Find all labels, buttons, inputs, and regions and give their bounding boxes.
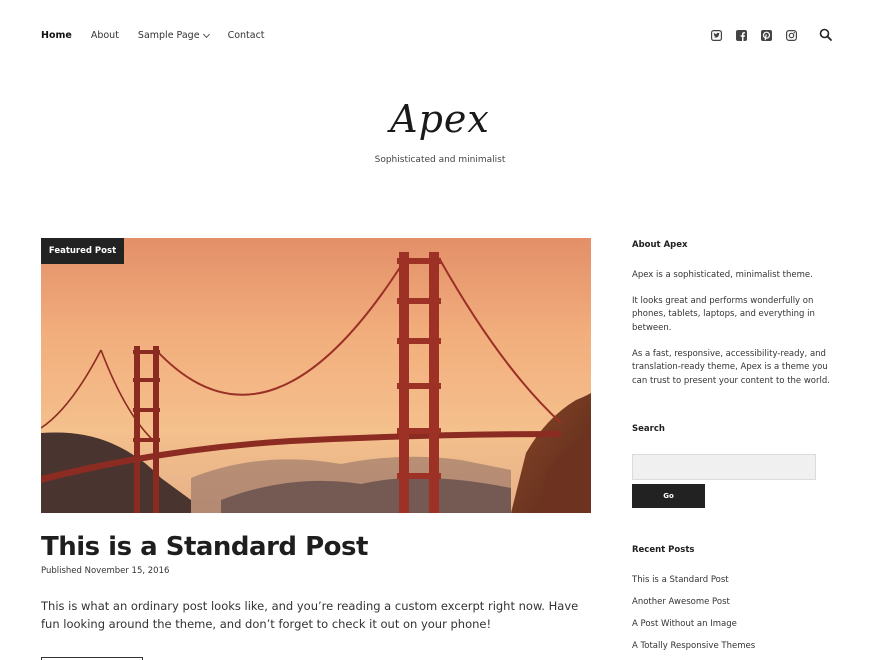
about-paragraph-1: Apex is a sophisticated, minimalist them…: [632, 270, 813, 280]
nav-contact[interactable]: Contact: [228, 30, 265, 41]
search-input[interactable]: [632, 454, 816, 480]
widget-title-search: Search: [632, 424, 665, 434]
search-go-button[interactable]: Go: [632, 484, 705, 508]
post-meta: Published November 15, 2016: [41, 566, 170, 576]
recent-post-link[interactable]: A Post Without an Image: [632, 619, 737, 629]
chevron-down-icon: [202, 30, 210, 38]
nav-about[interactable]: About: [91, 30, 119, 41]
widget-title-recent-posts: Recent Posts: [632, 545, 695, 555]
nav-contact-label: Contact: [227, 30, 265, 41]
instagram-icon[interactable]: [785, 29, 797, 41]
post-excerpt: This is what an ordinary post looks like…: [41, 599, 579, 631]
recent-post-link[interactable]: This is a Standard Post: [632, 575, 729, 585]
facebook-icon[interactable]: [735, 29, 747, 41]
post-title[interactable]: This is a Standard Post: [41, 532, 368, 562]
search-icon[interactable]: [819, 27, 833, 41]
nav-home-label: Home: [41, 30, 72, 41]
nav-about-label: About: [90, 30, 119, 41]
featured-image[interactable]: [41, 238, 591, 513]
twitter-icon[interactable]: [710, 29, 722, 41]
social-links: [710, 29, 810, 41]
site-tagline: Sophisticated and minimalist: [374, 155, 506, 165]
about-paragraph-3: As a fast, responsive, accessibility-rea…: [632, 349, 830, 386]
nav-sample-page[interactable]: Sample Page: [137, 30, 210, 41]
recent-post-link[interactable]: A Totally Responsive Themes: [632, 641, 755, 651]
nav-sample-page-label: Sample Page: [137, 30, 200, 41]
site-title[interactable]: Apex: [0, 97, 880, 141]
widget-title-about: About Apex: [632, 240, 688, 250]
nav-home[interactable]: Home: [41, 30, 72, 41]
about-paragraph-2: It looks great and performs wonderfully …: [632, 296, 815, 333]
recent-post-link[interactable]: Another Awesome Post: [632, 597, 730, 607]
pinterest-icon[interactable]: [760, 29, 772, 41]
primary-menu: Home About Sample Page Contact: [41, 30, 284, 41]
featured-post-badge: Featured Post: [41, 238, 124, 264]
